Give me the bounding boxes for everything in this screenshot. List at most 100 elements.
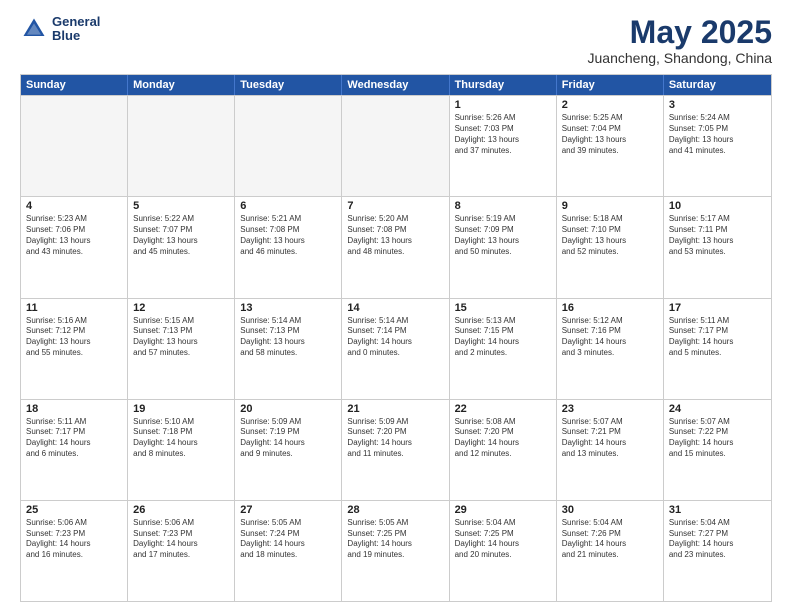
day-number: 22 [455, 403, 551, 415]
cal-cell-4-3: 28Sunrise: 5:05 AM Sunset: 7:25 PM Dayli… [342, 501, 449, 601]
day-info: Sunrise: 5:04 AM Sunset: 7:27 PM Dayligh… [669, 518, 766, 561]
calendar: Sunday Monday Tuesday Wednesday Thursday… [20, 74, 772, 602]
day-info: Sunrise: 5:16 AM Sunset: 7:12 PM Dayligh… [26, 316, 122, 359]
day-number: 18 [26, 403, 122, 415]
cal-cell-1-5: 9 Sunrise: 5:18 AM Sunset: 7:10 PM Daylig… [557, 197, 664, 297]
cal-cell-2-0: 11 Sunrise: 5:16 AM Sunset: 7:12 PM Dayli… [21, 299, 128, 399]
cal-cell-3-2: 20Sunrise: 5:09 AM Sunset: 7:19 PM Dayli… [235, 400, 342, 500]
day-number: 31 [669, 504, 766, 516]
day-info: Sunrise: 5:20 AM Sunset: 7:08 PM Dayligh… [347, 214, 443, 257]
day-info: Sunrise: 5:26 AM Sunset: 7:03 PM Dayligh… [455, 113, 551, 156]
day-number: 2 [562, 99, 658, 111]
day-number: 4 [26, 200, 122, 212]
day-info: Sunrise: 5:15 AM Sunset: 7:13 PM Dayligh… [133, 316, 229, 359]
cal-cell-2-2: 13Sunrise: 5:14 AM Sunset: 7:13 PM Dayli… [235, 299, 342, 399]
logo-icon [20, 15, 48, 43]
day-number: 30 [562, 504, 658, 516]
calendar-header: Sunday Monday Tuesday Wednesday Thursday… [21, 75, 771, 95]
cal-cell-2-4: 15 Sunrise: 5:13 AM Sunset: 7:15 PM Dayli… [450, 299, 557, 399]
day-number: 9 [562, 200, 658, 212]
col-sunday: Sunday [21, 75, 128, 95]
cal-cell-1-3: 7 Sunrise: 5:20 AM Sunset: 7:08 PM Daylig… [342, 197, 449, 297]
day-info: Sunrise: 5:18 AM Sunset: 7:10 PM Dayligh… [562, 214, 658, 257]
month-title: May 2025 [588, 15, 772, 50]
col-wednesday: Wednesday [342, 75, 449, 95]
day-number: 17 [669, 302, 766, 314]
cal-cell-0-1 [128, 96, 235, 196]
day-info: Sunrise: 5:06 AM Sunset: 7:23 PM Dayligh… [133, 518, 229, 561]
day-info: Sunrise: 5:04 AM Sunset: 7:26 PM Dayligh… [562, 518, 658, 561]
day-info: Sunrise: 5:25 AM Sunset: 7:04 PM Dayligh… [562, 113, 658, 156]
day-info: Sunrise: 5:22 AM Sunset: 7:07 PM Dayligh… [133, 214, 229, 257]
day-info: Sunrise: 5:09 AM Sunset: 7:19 PM Dayligh… [240, 417, 336, 460]
day-info: Sunrise: 5:07 AM Sunset: 7:21 PM Dayligh… [562, 417, 658, 460]
cal-row-2: 11 Sunrise: 5:16 AM Sunset: 7:12 PM Dayli… [21, 298, 771, 399]
cal-cell-4-2: 27 Sunrise: 5:05 AM Sunset: 7:24 PM Dayli… [235, 501, 342, 601]
cal-cell-3-6: 24 Sunrise: 5:07 AM Sunset: 7:22 PM Dayli… [664, 400, 771, 500]
cal-cell-2-3: 14Sunrise: 5:14 AM Sunset: 7:14 PM Dayli… [342, 299, 449, 399]
cal-cell-3-1: 19Sunrise: 5:10 AM Sunset: 7:18 PM Dayli… [128, 400, 235, 500]
cal-cell-0-0 [21, 96, 128, 196]
col-friday: Friday [557, 75, 664, 95]
logo: General Blue [20, 15, 100, 44]
calendar-body: 1Sunrise: 5:26 AM Sunset: 7:03 PM Daylig… [21, 95, 771, 601]
col-thursday: Thursday [450, 75, 557, 95]
day-info: Sunrise: 5:05 AM Sunset: 7:25 PM Dayligh… [347, 518, 443, 561]
day-number: 27 [240, 504, 336, 516]
cal-cell-0-5: 2 Sunrise: 5:25 AM Sunset: 7:04 PM Daylig… [557, 96, 664, 196]
cal-cell-1-2: 6 Sunrise: 5:21 AM Sunset: 7:08 PM Daylig… [235, 197, 342, 297]
cal-cell-3-4: 22 Sunrise: 5:08 AM Sunset: 7:20 PM Dayli… [450, 400, 557, 500]
day-info: Sunrise: 5:17 AM Sunset: 7:11 PM Dayligh… [669, 214, 766, 257]
day-number: 23 [562, 403, 658, 415]
cal-row-3: 18 Sunrise: 5:11 AM Sunset: 7:17 PM Dayli… [21, 399, 771, 500]
cal-cell-1-1: 5 Sunrise: 5:22 AM Sunset: 7:07 PM Daylig… [128, 197, 235, 297]
day-number: 5 [133, 200, 229, 212]
cal-cell-1-4: 8 Sunrise: 5:19 AM Sunset: 7:09 PM Daylig… [450, 197, 557, 297]
cal-cell-3-5: 23 Sunrise: 5:07 AM Sunset: 7:21 PM Dayli… [557, 400, 664, 500]
title-block: May 2025 Juancheng, Shandong, China [588, 15, 772, 66]
day-info: Sunrise: 5:10 AM Sunset: 7:18 PM Dayligh… [133, 417, 229, 460]
day-number: 10 [669, 200, 766, 212]
cal-cell-0-4: 1Sunrise: 5:26 AM Sunset: 7:03 PM Daylig… [450, 96, 557, 196]
cal-cell-2-6: 17 Sunrise: 5:11 AM Sunset: 7:17 PM Dayli… [664, 299, 771, 399]
cal-cell-2-1: 12 Sunrise: 5:15 AM Sunset: 7:13 PM Dayli… [128, 299, 235, 399]
day-info: Sunrise: 5:11 AM Sunset: 7:17 PM Dayligh… [669, 316, 766, 359]
day-info: Sunrise: 5:07 AM Sunset: 7:22 PM Dayligh… [669, 417, 766, 460]
day-number: 6 [240, 200, 336, 212]
day-number: 15 [455, 302, 551, 314]
day-info: Sunrise: 5:08 AM Sunset: 7:20 PM Dayligh… [455, 417, 551, 460]
day-info: Sunrise: 5:19 AM Sunset: 7:09 PM Dayligh… [455, 214, 551, 257]
day-number: 12 [133, 302, 229, 314]
day-number: 11 [26, 302, 122, 314]
day-info: Sunrise: 5:09 AM Sunset: 7:20 PM Dayligh… [347, 417, 443, 460]
cal-cell-1-6: 10 Sunrise: 5:17 AM Sunset: 7:11 PM Dayli… [664, 197, 771, 297]
day-info: Sunrise: 5:24 AM Sunset: 7:05 PM Dayligh… [669, 113, 766, 156]
cal-cell-3-3: 21 Sunrise: 5:09 AM Sunset: 7:20 PM Dayli… [342, 400, 449, 500]
day-number: 24 [669, 403, 766, 415]
day-number: 3 [669, 99, 766, 111]
day-number: 29 [455, 504, 551, 516]
cal-cell-4-1: 26 Sunrise: 5:06 AM Sunset: 7:23 PM Dayli… [128, 501, 235, 601]
day-info: Sunrise: 5:11 AM Sunset: 7:17 PM Dayligh… [26, 417, 122, 460]
day-info: Sunrise: 5:04 AM Sunset: 7:25 PM Dayligh… [455, 518, 551, 561]
col-monday: Monday [128, 75, 235, 95]
logo-line2: Blue [52, 29, 100, 43]
day-number: 25 [26, 504, 122, 516]
day-number: 7 [347, 200, 443, 212]
day-info: Sunrise: 5:13 AM Sunset: 7:15 PM Dayligh… [455, 316, 551, 359]
day-number: 8 [455, 200, 551, 212]
cal-row-4: 25 Sunrise: 5:06 AM Sunset: 7:23 PM Dayli… [21, 500, 771, 601]
cal-cell-2-5: 16Sunrise: 5:12 AM Sunset: 7:16 PM Dayli… [557, 299, 664, 399]
cal-cell-1-0: 4 Sunrise: 5:23 AM Sunset: 7:06 PM Daylig… [21, 197, 128, 297]
day-info: Sunrise: 5:06 AM Sunset: 7:23 PM Dayligh… [26, 518, 122, 561]
day-number: 26 [133, 504, 229, 516]
day-number: 16 [562, 302, 658, 314]
cal-cell-3-0: 18 Sunrise: 5:11 AM Sunset: 7:17 PM Dayli… [21, 400, 128, 500]
day-info: Sunrise: 5:05 AM Sunset: 7:24 PM Dayligh… [240, 518, 336, 561]
day-info: Sunrise: 5:23 AM Sunset: 7:06 PM Dayligh… [26, 214, 122, 257]
day-info: Sunrise: 5:21 AM Sunset: 7:08 PM Dayligh… [240, 214, 336, 257]
day-number: 21 [347, 403, 443, 415]
cal-row-0: 1Sunrise: 5:26 AM Sunset: 7:03 PM Daylig… [21, 95, 771, 196]
col-saturday: Saturday [664, 75, 771, 95]
day-number: 14 [347, 302, 443, 314]
